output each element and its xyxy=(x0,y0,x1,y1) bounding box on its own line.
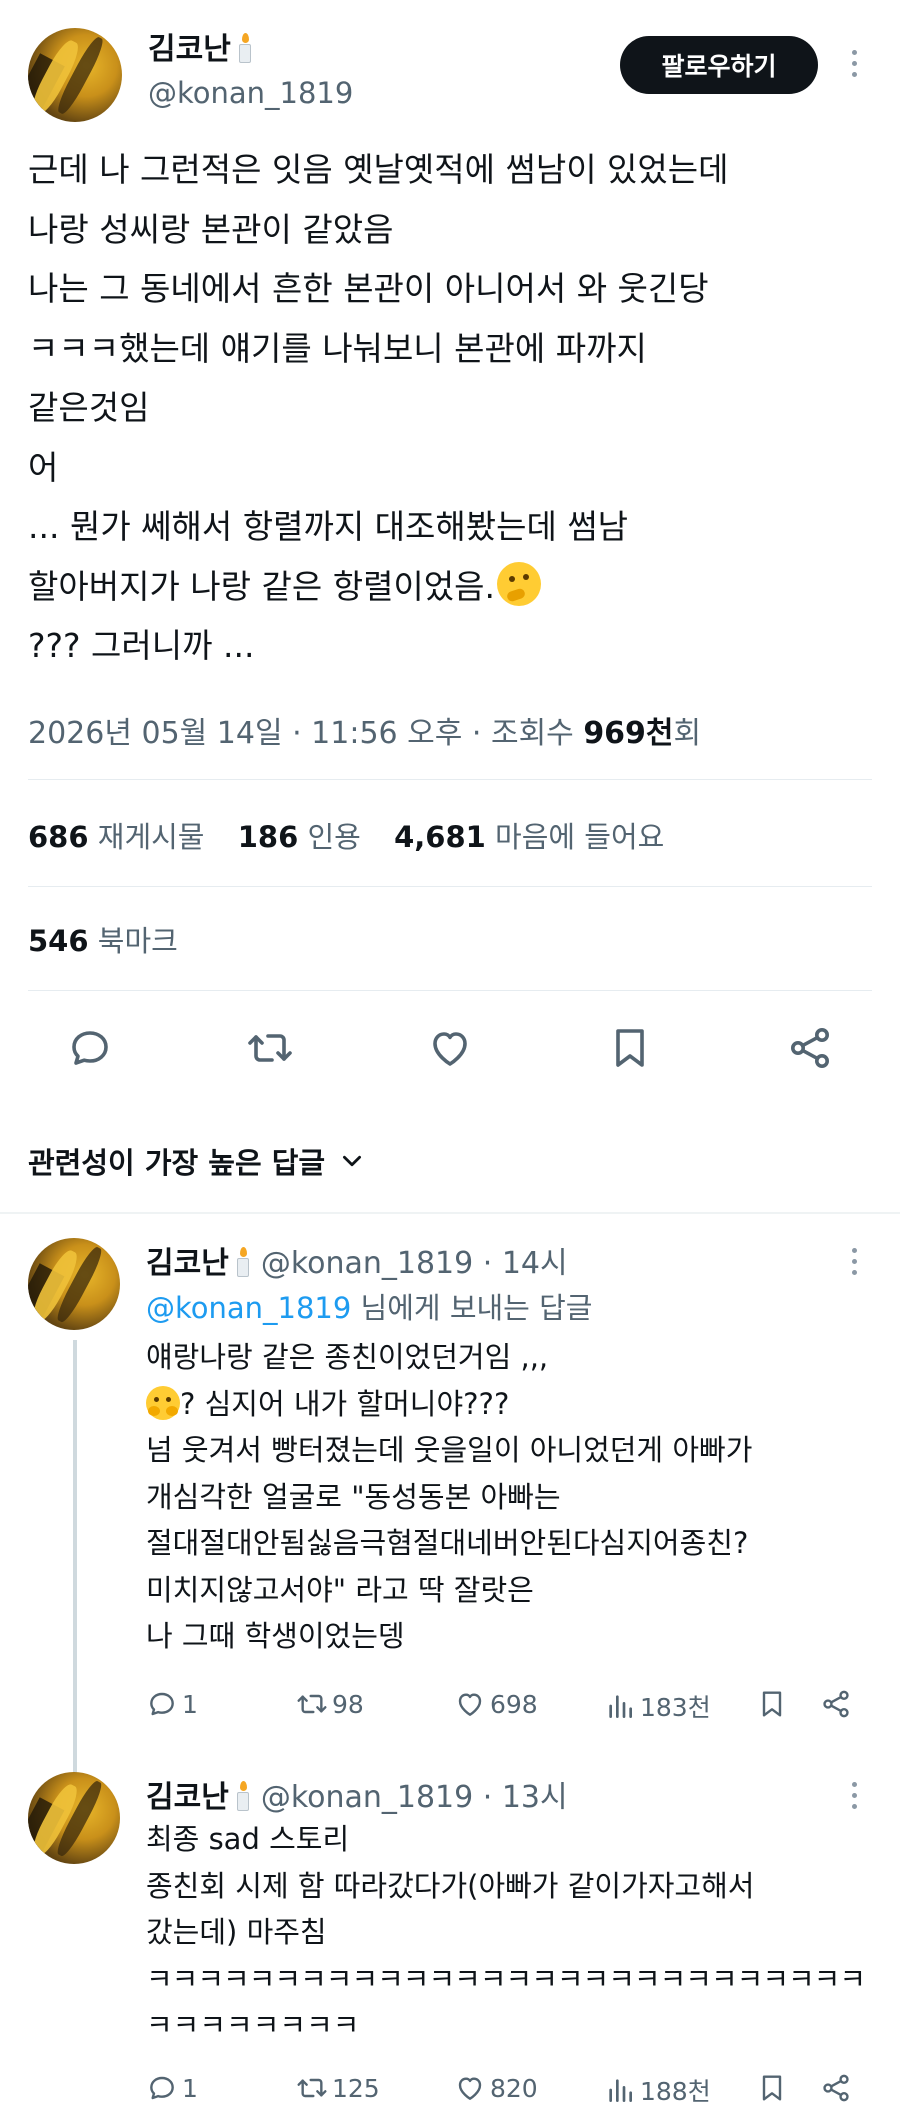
tweet-timestamp-views: 2026년 05월 14일 · 11:56 오후 · 조회수 969천회 xyxy=(28,716,702,751)
divider xyxy=(28,990,872,991)
replying-to: @konan_1819 님에게 보내는 답글 xyxy=(146,1291,593,1325)
reply-handle-time: @konan_1819 · 14시 xyxy=(260,1246,568,1281)
divider xyxy=(28,779,872,780)
reply-line: 개심각한 얼굴로 "동성동본 아빠는 xyxy=(146,1479,561,1514)
share-button[interactable] xyxy=(820,1688,852,1720)
like-icon xyxy=(458,2077,482,2100)
reply-action-bar: 1 125 820 188천 xyxy=(146,2072,866,2112)
reply-line: 얘랑나랑 같은 종친이었던거임 ,,, xyxy=(146,1340,549,1374)
retweet-icon[interactable] xyxy=(246,1024,294,1072)
bookmarks-stat[interactable]: 546 북마크 xyxy=(28,918,178,960)
share-icon xyxy=(823,2074,849,2102)
reply-line: 종친회 시제 함 따라갔다가(아빠가 같이가자고해서 xyxy=(146,1868,755,1903)
reply-icon xyxy=(150,1692,174,1716)
tweet-line: 근데 나 그런적은 잇음 옛날옛적에 썸남이 있었는데 xyxy=(28,150,729,189)
reply-avatar[interactable] xyxy=(28,1772,120,1864)
tweet-text: 근데 나 그런적은 잇음 옛날옛적에 썸남이 있었는데 나랑 성씨랑 본관이 같… xyxy=(28,140,878,676)
reply-text: 최종 sad 스토리 종친회 시제 함 따라갔다가(아빠가 같이가자고해서 갔는… xyxy=(146,1816,866,2049)
views-button[interactable]: 188천 xyxy=(604,2072,711,2108)
author-avatar[interactable] xyxy=(28,28,122,122)
bookmark-icon[interactable] xyxy=(606,1024,654,1072)
share-button[interactable] xyxy=(820,2072,852,2104)
candle-emoji xyxy=(235,1247,251,1277)
reply-icon xyxy=(150,2076,174,2100)
retweet-icon xyxy=(297,2078,327,2098)
views-icon xyxy=(609,2079,632,2102)
views-icon xyxy=(609,1695,632,1718)
reply-avatar[interactable] xyxy=(28,1238,120,1330)
tweet-line: 나는 그 동네에서 흔한 본관이 아니어서 와 웃긴당 xyxy=(28,269,709,308)
hugging-face-emoji xyxy=(146,1385,180,1420)
section-separator xyxy=(0,1212,900,1214)
share-icon[interactable] xyxy=(786,1024,834,1072)
reply-header: 김코난 @konan_1819 · 14시 xyxy=(146,1238,568,1282)
reply-action-bar: 1 98 698 183천 xyxy=(146,1688,866,1728)
tweet-line: 할아버지가 나랑 같은 항렬이었음. xyxy=(28,557,878,617)
reply-line: ㅋㅋㅋㅋㅋㅋㅋㅋ xyxy=(146,2008,360,2042)
like-icon[interactable] xyxy=(426,1024,474,1072)
views-button[interactable]: 183천 xyxy=(604,1688,711,1724)
reply-line: ㅋㅋㅋㅋㅋㅋㅋㅋㅋㅋㅋㅋㅋㅋㅋㅋㅋㅋㅋㅋㅋㅋㅋㅋㅋㅋㅋㅋ xyxy=(146,1961,866,1996)
likes-stat[interactable]: 4,681 마음에 들어요 xyxy=(394,820,664,854)
author-name[interactable]: 김코난 xyxy=(148,24,253,68)
bookmark-button[interactable] xyxy=(756,1688,788,1720)
reply-handle-time: @konan_1819 · 13시 xyxy=(260,1780,568,1815)
retweet-icon xyxy=(297,1694,327,1714)
reply-header: 김코난 @konan_1819 · 13시 xyxy=(146,1772,568,1816)
tweet-line: 어 xyxy=(28,447,59,487)
reply-line: 절대절대안됨싫음극혐절대네버안된다심지어종친? xyxy=(146,1526,749,1560)
reply-button[interactable]: 1 xyxy=(146,2072,198,2104)
bookmark-button[interactable] xyxy=(756,2072,788,2104)
reply-line: 최종 sad 스토리 xyxy=(146,1822,350,1856)
reply-line: 넘 웃겨서 빵터졌는데 웃을일이 아니었던게 아빠가 xyxy=(146,1433,753,1467)
more-icon[interactable] xyxy=(849,1248,859,1275)
tweet-line: 같은것임 xyxy=(28,388,150,427)
candle-emoji xyxy=(235,1781,251,1811)
engagement-stats: 686 재게시물 186 인용 4,681 마음에 들어요 xyxy=(28,814,664,856)
author-handle[interactable]: @konan_1819 xyxy=(148,76,353,110)
reply-line: 미치지않고서야" 라고 딱 잘랏은 xyxy=(146,1572,534,1607)
quotes-stat[interactable]: 186 인용 xyxy=(238,820,361,854)
more-icon[interactable] xyxy=(849,50,859,77)
retweets-stat[interactable]: 686 재게시물 xyxy=(28,820,205,854)
candle-emoji xyxy=(237,33,253,63)
reply-line: 나 그때 학생이었는뎅 xyxy=(146,1619,405,1653)
more-icon[interactable] xyxy=(849,1782,859,1809)
share-icon xyxy=(823,1690,849,1718)
thinking-face-emoji xyxy=(497,561,541,606)
tweet-line: ??? 그러니까 ... xyxy=(28,626,255,665)
reply-line: 갔는데) 마주침 xyxy=(146,1915,327,1949)
reply-button[interactable]: 1 xyxy=(146,1688,198,1720)
like-button[interactable]: 820 xyxy=(454,2072,538,2104)
tweet-line: 나랑 성씨랑 본관이 같았음 xyxy=(28,209,394,249)
bookmark-icon xyxy=(762,1691,782,1717)
reply-author-name[interactable]: 김코난 xyxy=(146,1780,251,1815)
mention-link[interactable]: @konan_1819 xyxy=(146,1291,351,1325)
reply-author-name[interactable]: 김코난 xyxy=(146,1246,251,1281)
bookmark-icon xyxy=(762,2075,782,2101)
like-button[interactable]: 698 xyxy=(454,1688,538,1720)
thread-connector-line xyxy=(73,1340,77,1774)
tweet-line: ㅋㅋㅋ했는데 얘기를 나눠보니 본관에 파까지 xyxy=(28,328,647,368)
follow-button[interactable]: 팔로우하기 xyxy=(620,36,818,94)
reply-line: ? 심지어 내가 할머니야??? xyxy=(146,1381,752,1428)
reply-sort-dropdown[interactable]: 관련성이 가장 높은 답글 xyxy=(28,1140,365,1182)
retweet-button[interactable]: 98 xyxy=(296,1688,364,1720)
reply-text: 얘랑나랑 같은 종친이었던거임 ,,, ? 심지어 내가 할머니야??? 넘 웃… xyxy=(146,1334,752,1660)
like-icon xyxy=(458,1693,482,1716)
chevron-down-icon xyxy=(343,1155,362,1167)
reply-icon[interactable] xyxy=(66,1024,114,1072)
views-count: 969천 xyxy=(583,716,674,751)
retweet-button[interactable]: 125 xyxy=(296,2072,380,2104)
tweet-line: ... 뭔가 쎄해서 항렬까지 대조해봤는데 썸남 xyxy=(28,507,629,546)
divider xyxy=(28,886,872,887)
